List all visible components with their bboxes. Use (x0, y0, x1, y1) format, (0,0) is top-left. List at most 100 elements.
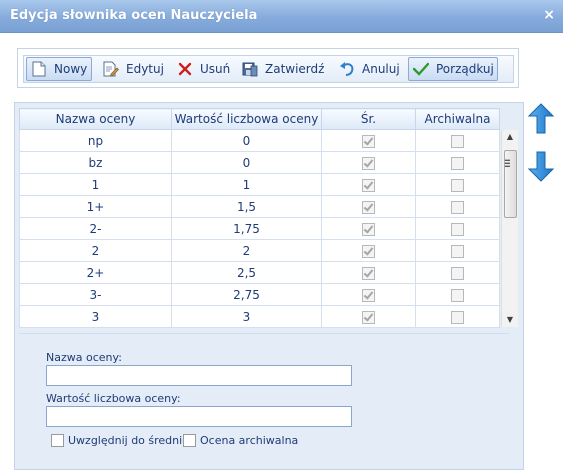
grade-name-cell[interactable]: bz (19, 151, 172, 174)
average-cell (321, 173, 416, 196)
table-row[interactable]: 11 (19, 173, 500, 196)
table-row[interactable]: 3- 2,75 (19, 283, 500, 306)
include-average-checkbox[interactable]: Uwzględnij do średniej (51, 434, 192, 447)
archived-grade-checkbox[interactable]: Ocena archiwalna (183, 434, 298, 447)
move-up-arrow-icon[interactable] (527, 103, 555, 135)
column-header-name[interactable]: Nazwa oceny (19, 108, 172, 130)
archived-grade-box[interactable] (183, 434, 196, 447)
archived-cell (415, 195, 500, 218)
grade-value-cell[interactable]: 1,75 (171, 217, 322, 240)
move-down-arrow-icon[interactable] (527, 150, 555, 182)
archived-cell (415, 129, 500, 152)
average-checkbox[interactable] (362, 200, 375, 214)
toolbar: Nowy Edytuj Usuń Zatwierdź Anuluj Porząd… (17, 48, 519, 88)
archived-checkbox[interactable] (451, 200, 464, 214)
average-cell (321, 283, 416, 306)
scroll-up-icon[interactable]: ▲ (502, 130, 518, 144)
archived-cell (415, 283, 500, 306)
window-title: Edycja słownika ocen Nauczyciela (10, 8, 258, 23)
average-cell (321, 129, 416, 152)
grade-name-cell[interactable]: 2- (19, 217, 172, 240)
delete-button[interactable]: Usuń (173, 57, 233, 81)
table-row[interactable]: 2- 1,75 (19, 217, 500, 240)
column-header-archived[interactable]: Archiwalna (415, 108, 500, 130)
archived-checkbox[interactable] (451, 288, 464, 302)
grade-name-cell[interactable]: 2+ (19, 261, 172, 284)
grade-value-cell[interactable]: 2 (171, 239, 322, 262)
cancel-button-label: Anuluj (362, 62, 400, 76)
grade-value-cell[interactable]: 1,5 (171, 195, 322, 218)
average-checkbox[interactable] (362, 222, 375, 236)
vertical-scrollbar[interactable]: ▲ ━ ━ ━ ▼ (501, 130, 518, 327)
new-document-icon (30, 60, 48, 78)
edit-button[interactable]: Edytuj (99, 57, 167, 81)
archived-checkbox[interactable] (451, 156, 464, 170)
average-cell (321, 261, 416, 284)
new-button[interactable]: Nowy (26, 57, 92, 81)
grades-panel: Nazwa oceny Wartość liczbowa oceny Śr. A… (14, 102, 524, 470)
grade-value-cell[interactable]: 1 (171, 173, 322, 196)
archived-checkbox[interactable] (451, 266, 464, 280)
archived-cell (415, 217, 500, 240)
grade-name-cell[interactable]: 1+ (19, 195, 172, 218)
include-average-box[interactable] (51, 434, 64, 447)
archived-checkbox[interactable] (451, 134, 464, 148)
average-cell (321, 217, 416, 240)
table-row[interactable]: 1+ 1,5 (19, 195, 500, 218)
grade-name-cell[interactable]: 3 (19, 305, 172, 328)
scroll-down-icon[interactable]: ▼ (502, 313, 518, 327)
archived-cell (415, 305, 500, 328)
table-row[interactable]: 2+ 2,5 (19, 261, 500, 284)
delete-button-label: Usuń (200, 62, 231, 76)
column-header-average[interactable]: Śr. (321, 108, 416, 130)
toolbar-strip: Nowy Edytuj Usuń Zatwierdź Anuluj Porząd… (23, 55, 514, 83)
scroll-grip-icon: ━ ━ ━ (505, 156, 510, 171)
close-icon[interactable]: × (543, 7, 555, 23)
column-header-value[interactable]: Wartość liczbowa oceny (171, 108, 322, 130)
archived-checkbox[interactable] (451, 222, 464, 236)
average-checkbox[interactable] (362, 244, 375, 258)
average-checkbox[interactable] (362, 178, 375, 192)
grade-value-cell[interactable]: 0 (171, 151, 322, 174)
table-row[interactable]: bz 0 (19, 151, 500, 174)
grade-name-input[interactable] (46, 365, 352, 386)
average-checkbox[interactable] (362, 288, 375, 302)
archived-cell (415, 173, 500, 196)
archived-checkbox[interactable] (451, 244, 464, 258)
average-cell (321, 239, 416, 262)
average-checkbox[interactable] (362, 310, 375, 324)
grade-value-cell[interactable]: 2,75 (171, 283, 322, 306)
archived-checkbox[interactable] (451, 178, 464, 192)
table-header-row: Nazwa oceny Wartość liczbowa oceny Śr. A… (19, 108, 500, 130)
undo-arrow-icon (338, 60, 356, 78)
grade-value-cell[interactable]: 0 (171, 129, 322, 152)
average-cell (321, 151, 416, 174)
sort-button-label: Porządkuj (436, 62, 494, 76)
table-body: np 0 bz 0 1 1 1+ 1,5 2- 1,75 2 2 2+ 2,5 3- 2,75 3 3 (19, 129, 500, 328)
average-checkbox[interactable] (362, 266, 375, 280)
save-disk-icon (241, 60, 259, 78)
grade-value-cell[interactable]: 3 (171, 305, 322, 328)
include-average-label: Uwzględnij do średniej (68, 434, 193, 447)
average-checkbox[interactable] (362, 134, 375, 148)
confirm-button[interactable]: Zatwierdź (238, 57, 327, 81)
grade-name-cell[interactable]: 2 (19, 239, 172, 262)
table-row[interactable]: np 0 (19, 129, 500, 152)
edit-button-label: Edytuj (126, 62, 164, 76)
table-row[interactable]: 22 (19, 239, 500, 262)
delete-x-icon (176, 60, 194, 78)
grade-name-cell[interactable]: 1 (19, 173, 172, 196)
new-button-label: Nowy (54, 62, 88, 76)
archived-cell (415, 239, 500, 262)
cancel-button[interactable]: Anuluj (335, 57, 403, 81)
average-checkbox[interactable] (362, 156, 375, 170)
grade-name-cell[interactable]: 3- (19, 283, 172, 306)
grade-value-cell[interactable]: 2,5 (171, 261, 322, 284)
checkmark-icon (412, 60, 430, 78)
grade-value-input[interactable] (46, 406, 352, 427)
archived-checkbox[interactable] (451, 310, 464, 324)
archived-cell (415, 151, 500, 174)
grade-name-cell[interactable]: np (19, 129, 172, 152)
table-row[interactable]: 33 (19, 305, 500, 328)
sort-button[interactable]: Porządkuj (408, 57, 498, 81)
